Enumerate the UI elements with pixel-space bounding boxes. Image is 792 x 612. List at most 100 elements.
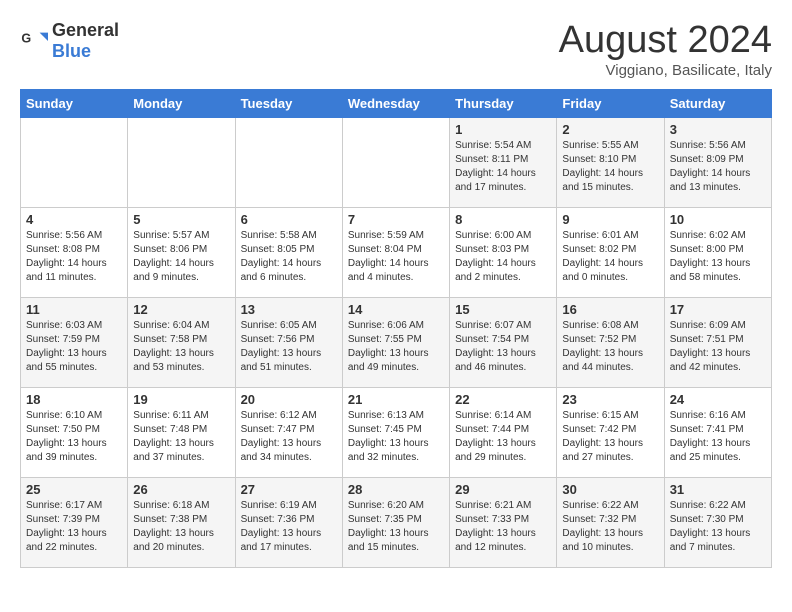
day-number: 16 (562, 302, 658, 317)
calendar-cell: 4 Sunrise: 5:56 AM Sunset: 8:08 PM Daylig… (21, 207, 128, 297)
logo-general: General (52, 20, 119, 40)
calendar-cell: 5Sunrise: 5:57 AM Sunset: 8:06 PM Daylig… (128, 207, 235, 297)
calendar-cell: 9 Sunrise: 6:01 AM Sunset: 8:02 PM Daylig… (557, 207, 664, 297)
calendar-cell: 28Sunrise: 6:20 AM Sunset: 7:35 PM Dayli… (342, 477, 449, 567)
calendar-header: Sunday Monday Tuesday Wednesday Thursday… (21, 89, 772, 117)
day-number: 24 (670, 392, 766, 407)
logo-icon: G (20, 27, 48, 55)
day-info: Sunrise: 5:56 AM Sunset: 8:08 PM Dayligh… (26, 229, 122, 285)
day-number: 26 (133, 482, 229, 497)
calendar-cell: 19Sunrise: 6:11 AM Sunset: 7:48 PM Dayli… (128, 387, 235, 477)
calendar-cell: 3Sunrise: 5:56 AM Sunset: 8:09 PM Daylig… (664, 117, 771, 207)
day-number: 27 (241, 482, 337, 497)
day-info: Sunrise: 5:59 AM Sunset: 8:04 PM Dayligh… (348, 229, 444, 285)
calendar-cell: 30 Sunrise: 6:22 AM Sunset: 7:32 PM Dayli… (557, 477, 664, 567)
day-info: Sunrise: 5:54 AM Sunset: 8:11 PM Dayligh… (455, 139, 551, 195)
calendar-cell: 12 Sunrise: 6:04 AM Sunset: 7:58 PM Dayli… (128, 297, 235, 387)
day-info: Sunrise: 6:05 AM Sunset: 7:56 PM Dayligh… (241, 319, 337, 375)
day-number: 18 (26, 392, 122, 407)
header-thursday: Thursday (450, 89, 557, 117)
day-info: Sunrise: 6:22 AM Sunset: 7:30 PM Dayligh… (670, 499, 766, 555)
header-saturday: Saturday (664, 89, 771, 117)
day-number: 1 (455, 122, 551, 137)
day-info: Sunrise: 6:11 AM Sunset: 7:48 PM Dayligh… (133, 409, 229, 465)
day-info: Sunrise: 6:16 AM Sunset: 7:41 PM Dayligh… (670, 409, 766, 465)
day-info: Sunrise: 6:00 AM Sunset: 8:03 PM Dayligh… (455, 229, 551, 285)
calendar-week-3: 11 Sunrise: 6:03 AM Sunset: 7:59 PM Dayli… (21, 297, 772, 387)
day-info: Sunrise: 6:03 AM Sunset: 7:59 PM Dayligh… (26, 319, 122, 375)
calendar-cell: 25 Sunrise: 6:17 AM Sunset: 7:39 PM Dayli… (21, 477, 128, 567)
day-info: Sunrise: 6:22 AM Sunset: 7:32 PM Dayligh… (562, 499, 658, 555)
calendar-cell: 7Sunrise: 5:59 AM Sunset: 8:04 PM Daylig… (342, 207, 449, 297)
calendar-cell: 24 Sunrise: 6:16 AM Sunset: 7:41 PM Dayli… (664, 387, 771, 477)
calendar-cell (128, 117, 235, 207)
day-info: Sunrise: 6:12 AM Sunset: 7:47 PM Dayligh… (241, 409, 337, 465)
day-info: Sunrise: 5:58 AM Sunset: 8:05 PM Dayligh… (241, 229, 337, 285)
svg-text:G: G (21, 31, 31, 45)
day-number: 12 (133, 302, 229, 317)
day-info: Sunrise: 6:09 AM Sunset: 7:51 PM Dayligh… (670, 319, 766, 375)
calendar-cell: 8 Sunrise: 6:00 AM Sunset: 8:03 PM Daylig… (450, 207, 557, 297)
calendar-week-2: 4 Sunrise: 5:56 AM Sunset: 8:08 PM Daylig… (21, 207, 772, 297)
day-info: Sunrise: 6:20 AM Sunset: 7:35 PM Dayligh… (348, 499, 444, 555)
calendar-cell (235, 117, 342, 207)
day-info: Sunrise: 6:18 AM Sunset: 7:38 PM Dayligh… (133, 499, 229, 555)
calendar-cell: 14 Sunrise: 6:06 AM Sunset: 7:55 PM Dayli… (342, 297, 449, 387)
calendar-cell: 11 Sunrise: 6:03 AM Sunset: 7:59 PM Dayli… (21, 297, 128, 387)
day-info: Sunrise: 6:01 AM Sunset: 8:02 PM Dayligh… (562, 229, 658, 285)
calendar-table: Sunday Monday Tuesday Wednesday Thursday… (20, 89, 772, 568)
calendar-cell: 29 Sunrise: 6:21 AM Sunset: 7:33 PM Dayli… (450, 477, 557, 567)
calendar-cell: 31 Sunrise: 6:22 AM Sunset: 7:30 PM Dayli… (664, 477, 771, 567)
day-number: 15 (455, 302, 551, 317)
calendar-cell: 23Sunrise: 6:15 AM Sunset: 7:42 PM Dayli… (557, 387, 664, 477)
logo: G General Blue (20, 20, 119, 62)
day-number: 6 (241, 212, 337, 227)
day-number: 31 (670, 482, 766, 497)
calendar-cell: 26 Sunrise: 6:18 AM Sunset: 7:38 PM Dayli… (128, 477, 235, 567)
calendar-cell: 21 Sunrise: 6:13 AM Sunset: 7:45 PM Dayli… (342, 387, 449, 477)
calendar-body: 1 Sunrise: 5:54 AM Sunset: 8:11 PM Daylig… (21, 117, 772, 567)
calendar-week-5: 25 Sunrise: 6:17 AM Sunset: 7:39 PM Dayli… (21, 477, 772, 567)
day-number: 9 (562, 212, 658, 227)
location-subtitle: Viggiano, Basilicate, Italy (559, 62, 772, 79)
header-sunday: Sunday (21, 89, 128, 117)
calendar-cell: 27 Sunrise: 6:19 AM Sunset: 7:36 PM Dayli… (235, 477, 342, 567)
day-info: Sunrise: 6:07 AM Sunset: 7:54 PM Dayligh… (455, 319, 551, 375)
calendar-cell: 2Sunrise: 5:55 AM Sunset: 8:10 PM Daylig… (557, 117, 664, 207)
calendar-cell: 6 Sunrise: 5:58 AM Sunset: 8:05 PM Daylig… (235, 207, 342, 297)
header-friday: Friday (557, 89, 664, 117)
calendar-cell: 10Sunrise: 6:02 AM Sunset: 8:00 PM Dayli… (664, 207, 771, 297)
day-number: 4 (26, 212, 122, 227)
day-number: 21 (348, 392, 444, 407)
day-number: 22 (455, 392, 551, 407)
day-number: 25 (26, 482, 122, 497)
day-number: 30 (562, 482, 658, 497)
day-info: Sunrise: 6:21 AM Sunset: 7:33 PM Dayligh… (455, 499, 551, 555)
day-info: Sunrise: 5:57 AM Sunset: 8:06 PM Dayligh… (133, 229, 229, 285)
calendar-cell: 20 Sunrise: 6:12 AM Sunset: 7:47 PM Dayli… (235, 387, 342, 477)
day-info: Sunrise: 6:10 AM Sunset: 7:50 PM Dayligh… (26, 409, 122, 465)
day-number: 29 (455, 482, 551, 497)
day-info: Sunrise: 6:14 AM Sunset: 7:44 PM Dayligh… (455, 409, 551, 465)
header-tuesday: Tuesday (235, 89, 342, 117)
day-number: 14 (348, 302, 444, 317)
day-info: Sunrise: 6:04 AM Sunset: 7:58 PM Dayligh… (133, 319, 229, 375)
day-info: Sunrise: 6:19 AM Sunset: 7:36 PM Dayligh… (241, 499, 337, 555)
calendar-cell: 15 Sunrise: 6:07 AM Sunset: 7:54 PM Dayli… (450, 297, 557, 387)
day-info: Sunrise: 6:17 AM Sunset: 7:39 PM Dayligh… (26, 499, 122, 555)
title-block: August 2024 Viggiano, Basilicate, Italy (559, 20, 772, 79)
day-number: 11 (26, 302, 122, 317)
day-number: 13 (241, 302, 337, 317)
day-info: Sunrise: 6:06 AM Sunset: 7:55 PM Dayligh… (348, 319, 444, 375)
day-info: Sunrise: 6:13 AM Sunset: 7:45 PM Dayligh… (348, 409, 444, 465)
day-number: 8 (455, 212, 551, 227)
page-header: G General Blue August 2024 Viggiano, Bas… (20, 20, 772, 79)
header-row: Sunday Monday Tuesday Wednesday Thursday… (21, 89, 772, 117)
day-number: 20 (241, 392, 337, 407)
day-number: 3 (670, 122, 766, 137)
calendar-cell: 18 Sunrise: 6:10 AM Sunset: 7:50 PM Dayli… (21, 387, 128, 477)
day-info: Sunrise: 6:02 AM Sunset: 8:00 PM Dayligh… (670, 229, 766, 285)
day-info: Sunrise: 6:15 AM Sunset: 7:42 PM Dayligh… (562, 409, 658, 465)
calendar-week-4: 18 Sunrise: 6:10 AM Sunset: 7:50 PM Dayli… (21, 387, 772, 477)
day-info: Sunrise: 6:08 AM Sunset: 7:52 PM Dayligh… (562, 319, 658, 375)
